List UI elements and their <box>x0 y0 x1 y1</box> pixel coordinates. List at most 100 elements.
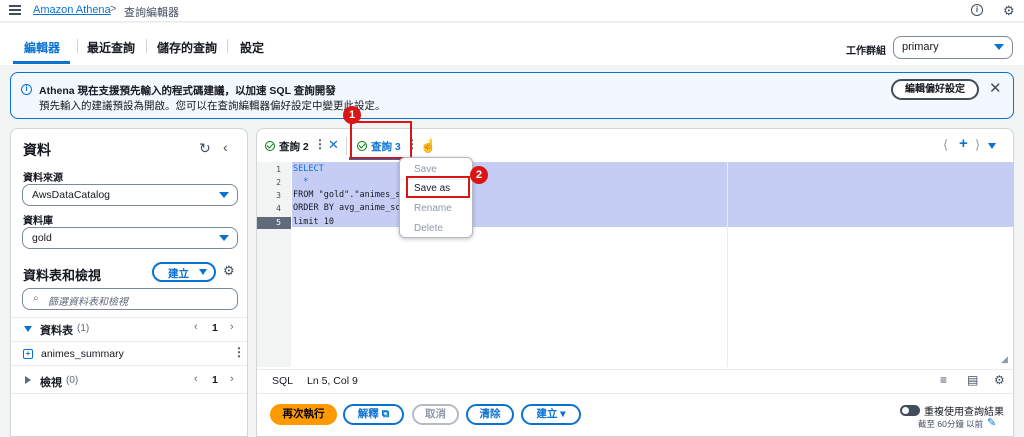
chevron-down-icon <box>219 235 229 241</box>
external-link-icon: ⧉ <box>381 408 390 420</box>
reuse-results-toggle[interactable] <box>900 405 920 416</box>
query-tab-2-label: 查詢 2 <box>279 141 309 153</box>
tab-saved-queries[interactable]: 儲存的查詢 <box>157 39 217 56</box>
clear-button[interactable]: 清除 <box>466 404 514 425</box>
annotation-badge-2: 2 <box>470 166 488 184</box>
banner-title: Athena 現在支援預先輸入的程式碼建議，以加速 SQL 查詢開發 <box>39 85 336 97</box>
plus-icon[interactable]: + <box>959 135 968 152</box>
settings-icon[interactable]: ⚙ <box>223 263 235 279</box>
info-icon: i <box>21 84 32 95</box>
prev-page-icon[interactable]: ‹ <box>194 321 198 333</box>
create-button[interactable]: 建立 ▾ <box>521 404 581 425</box>
banner-text: 預先輸入的建議預設為開啟。您可以在查詢編輯器偏好設定中變更此設定。 <box>39 100 386 112</box>
status-cursor-position: Ln 5, Col 9 <box>307 375 358 387</box>
table-icon: + <box>23 349 33 359</box>
menu-item-delete[interactable]: Delete <box>414 223 443 234</box>
data-panel: 資料 ↻ ‹ 資料來源 AwsDataCatalog 資料庫 gold 資料表和… <box>10 128 248 437</box>
close-icon[interactable]: ✕ <box>328 137 339 153</box>
more-vertical-icon[interactable]: ⋮ <box>314 137 326 151</box>
database-select[interactable]: gold <box>22 227 238 249</box>
top-nav-bar: Amazon Athena > 查詢編輯器 i ⚙ <box>0 0 1024 22</box>
annotation-box-query-tab <box>350 121 412 159</box>
active-tab-underline <box>13 61 70 64</box>
table-item-animes-summary[interactable]: animes_summary <box>41 348 124 360</box>
line-number: 2 <box>276 178 281 187</box>
data-source-label: 資料來源 <box>23 173 63 184</box>
tables-section-title[interactable]: 資料表 <box>40 322 73 338</box>
explain-button[interactable]: 解釋 ⧉ <box>343 404 404 425</box>
tab-divider <box>227 39 228 53</box>
scroll-right-icon[interactable]: ⟩ <box>975 137 980 153</box>
line-number: 4 <box>276 204 281 213</box>
workgroup-select[interactable]: primary <box>893 36 1013 59</box>
divider <box>11 317 247 318</box>
scroll-left-icon[interactable]: ⟨ <box>943 137 948 153</box>
code-line[interactable]: ORDER BY avg_anime_sc <box>293 203 400 213</box>
breadcrumb-separator: > <box>110 3 117 15</box>
next-page-icon[interactable]: › <box>230 373 234 385</box>
expand-icon[interactable] <box>24 326 32 332</box>
tables-page-number[interactable]: 1 <box>212 322 218 334</box>
settings-icon[interactable]: ⚙ <box>1003 3 1015 19</box>
code-line[interactable]: limit 10 <box>293 217 334 227</box>
query-tab-2[interactable]: 查詢 2 <box>265 139 309 154</box>
pointer-cursor-icon: ☝ <box>420 138 437 153</box>
menu-icon[interactable] <box>9 4 21 16</box>
expand-icon[interactable] <box>25 376 31 384</box>
views-page-number[interactable]: 1 <box>212 374 218 386</box>
format-icon[interactable]: ≡ <box>940 373 947 387</box>
create-button-label: 建立 <box>168 268 189 280</box>
code-line[interactable]: FROM "gold"."animes_s <box>293 190 400 200</box>
info-icon[interactable]: i <box>971 4 983 16</box>
line-number: 1 <box>276 165 281 174</box>
breadcrumb-athena-link[interactable]: Amazon Athena <box>33 4 111 16</box>
check-circle-icon <box>265 141 275 151</box>
filter-tables-input[interactable]: 篩選資料表和檢視 <box>22 288 238 310</box>
main-tabs-bar: 編輯器 最近查詢 儲存的查詢 設定 工作群組 primary <box>0 23 1024 65</box>
close-icon[interactable]: ✕ <box>989 79 1002 97</box>
settings-icon[interactable]: ⚙ <box>994 373 1005 387</box>
tab-recent-queries[interactable]: 最近查詢 <box>87 39 135 56</box>
refresh-icon[interactable]: ↻ <box>199 140 211 157</box>
status-language: SQL <box>272 375 294 387</box>
menu-item-save[interactable]: Save <box>414 164 437 175</box>
line-number: 3 <box>276 191 281 200</box>
breadcrumb-current: 查詢編輯器 <box>124 7 179 19</box>
views-count: (0) <box>66 375 79 386</box>
create-button[interactable]: 建立 <box>152 262 216 282</box>
data-source-select[interactable]: AwsDataCatalog <box>22 184 238 206</box>
code-line[interactable]: SELECT <box>293 164 324 174</box>
tab-editor[interactable]: 編輯器 <box>24 39 60 56</box>
divider <box>11 341 247 342</box>
next-page-icon[interactable]: › <box>230 321 234 333</box>
chevron-down-icon <box>219 192 229 198</box>
divider <box>11 365 247 366</box>
tab-divider <box>146 39 147 53</box>
tables-views-title: 資料表和檢視 <box>23 268 102 283</box>
workgroup-value: primary <box>902 41 939 53</box>
run-again-button[interactable]: 再次執行 <box>270 404 337 425</box>
cancel-button[interactable]: 取消 <box>412 404 459 425</box>
tab-settings[interactable]: 設定 <box>240 39 264 56</box>
query-editor-panel: 查詢 2 ⋮ ✕ 查詢 3 ⋮ ☝ ⟨ + ⟩ 1 2 3 4 5 SELECT… <box>256 128 1014 437</box>
chevron-down-icon[interactable] <box>988 143 996 149</box>
pencil-icon[interactable]: ✎ <box>987 416 996 429</box>
search-icon: ⌕ <box>33 293 39 304</box>
divider <box>11 393 247 394</box>
workgroup-label: 工作群組 <box>846 46 886 57</box>
tab-divider <box>346 137 347 155</box>
annotation-badge-1: 1 <box>343 106 361 124</box>
collapse-icon[interactable]: ‹ <box>223 139 228 155</box>
editor-status-bar: SQL Ln 5, Col 9 ≡ ▤ ⚙ <box>257 369 1013 392</box>
edit-preferences-button[interactable]: 編輯偏好設定 <box>891 79 979 100</box>
shortcuts-icon[interactable]: ▤ <box>967 373 978 387</box>
resize-handle-icon[interactable]: ◢ <box>1001 354 1008 365</box>
prev-page-icon[interactable]: ‹ <box>194 373 198 385</box>
views-section-title[interactable]: 檢視 <box>40 374 62 390</box>
menu-item-rename[interactable]: Rename <box>414 203 452 214</box>
create-button-label: 建立 <box>536 408 558 420</box>
more-vertical-icon[interactable]: ⋮ <box>233 345 245 359</box>
chevron-down-icon <box>994 44 1004 50</box>
database-value: gold <box>32 232 52 244</box>
code-line[interactable]: * <box>293 177 308 187</box>
